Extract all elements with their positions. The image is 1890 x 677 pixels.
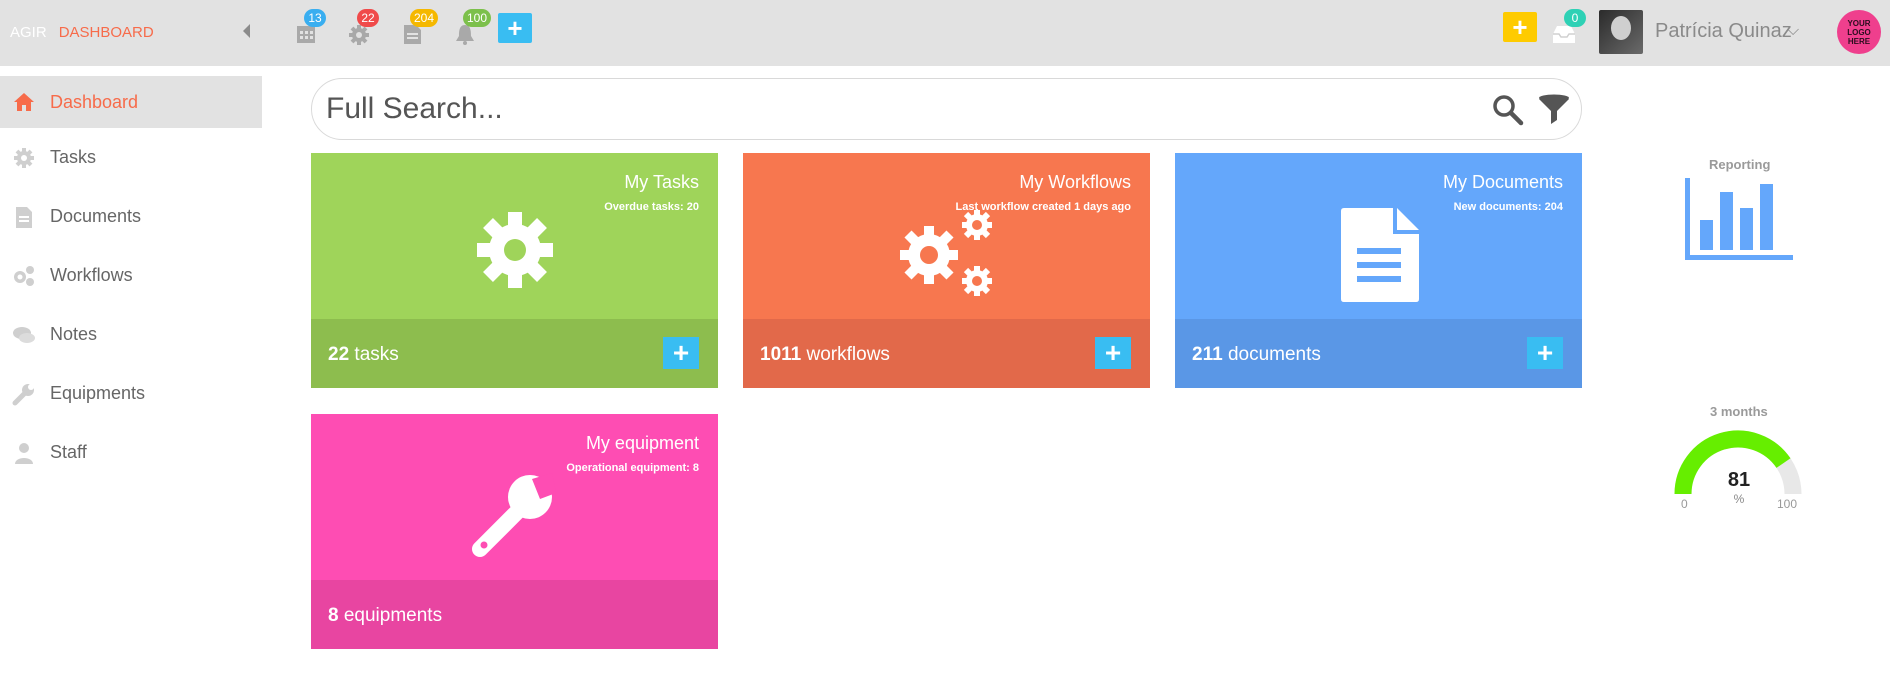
gear-icon	[476, 212, 553, 288]
sidebar-item-staff[interactable]: Staff	[0, 423, 262, 482]
comments-icon	[13, 326, 35, 343]
notifications-badge: 100	[463, 9, 492, 27]
sidebar-item-dashboard[interactable]: Dashboard	[0, 76, 262, 128]
sidebar: Dashboard Tasks Documents Workflows Note…	[0, 66, 262, 482]
card-header: My Tasks Overdue tasks: 20	[311, 153, 718, 319]
documents-badge: 204	[410, 9, 439, 27]
reporting-label[interactable]: Reporting	[1709, 157, 1770, 172]
card-title: My Documents	[1442, 172, 1563, 192]
gauge-value: 81	[1727, 469, 1751, 491]
count-unit: workflows	[806, 344, 890, 365]
add-workflow-button[interactable]: +	[1095, 337, 1131, 369]
equipment-card[interactable]: My equipment Operational equipment: 8 8 …	[311, 414, 718, 649]
collapse-sidebar-icon[interactable]	[243, 24, 250, 38]
workflows-card[interactable]: My Workflows Last workflow created 1 day…	[743, 153, 1150, 388]
plus-icon: +	[1536, 337, 1554, 368]
card-footer: 1011 workflows +	[743, 319, 1150, 388]
card-title: My equipment	[585, 433, 699, 453]
gauge-unit: %	[1733, 492, 1745, 506]
inbox-badge: 0	[1564, 9, 1586, 27]
sidebar-item-label: Notes	[50, 324, 98, 344]
search-icon[interactable]	[1492, 94, 1524, 126]
gears-icon	[899, 210, 992, 296]
create-button[interactable]: +	[1503, 12, 1537, 42]
wrench-icon	[471, 473, 556, 557]
filter-icon[interactable]	[1537, 93, 1571, 127]
tasks-card[interactable]: My Tasks Overdue tasks: 20 22 tasks +	[311, 153, 718, 388]
document-icon	[16, 206, 32, 228]
card-footer: 211 documents +	[1175, 319, 1582, 388]
card-count: 211 documents	[1192, 344, 1321, 366]
notifications-button[interactable]: 100	[453, 9, 492, 46]
calendar-button[interactable]: 13	[294, 9, 326, 46]
card-header: My Documents New documents: 204	[1175, 153, 1582, 319]
document-icon	[1340, 208, 1419, 302]
card-header: My Workflows Last workflow created 1 day…	[743, 153, 1150, 319]
breadcrumb[interactable]: DASHBOARD	[59, 24, 154, 41]
sidebar-item-label: Tasks	[50, 147, 97, 167]
quick-add-button[interactable]: +	[498, 13, 532, 43]
count-value: 211	[1192, 344, 1223, 365]
brand: AGIR DASHBOARD	[10, 24, 154, 41]
sidebar-item-label: Equipments	[50, 383, 146, 403]
avatar[interactable]	[1599, 10, 1643, 54]
add-task-button[interactable]: +	[663, 337, 699, 369]
card-count: 22 tasks	[328, 344, 399, 366]
gears-icon	[14, 265, 34, 286]
calendar-badge: 13	[304, 9, 326, 27]
home-icon	[14, 93, 34, 111]
documents-notification-button[interactable]: 204	[400, 9, 439, 46]
count-unit: tasks	[354, 344, 399, 365]
gauge-label: 3 months	[1710, 404, 1768, 419]
wrench-icon	[12, 383, 34, 405]
count-unit: documents	[1227, 344, 1321, 365]
tasks-notification-button[interactable]: 22	[347, 9, 379, 46]
sidebar-item-workflows[interactable]: Workflows	[0, 246, 262, 305]
add-document-button[interactable]: +	[1527, 337, 1563, 369]
card-title: My Workflows	[1019, 172, 1131, 192]
tasks-badge: 22	[357, 9, 379, 27]
sidebar-item-documents[interactable]: Documents	[0, 187, 262, 246]
reporting-chart-icon[interactable]	[1685, 178, 1795, 262]
sidebar-item-label: Documents	[50, 206, 142, 226]
card-header: My equipment Operational equipment: 8	[311, 414, 718, 580]
brand-name[interactable]: AGIR	[10, 24, 47, 41]
chevron-down-icon[interactable]: ⌵	[1787, 22, 1799, 40]
sidebar-item-label: Dashboard	[50, 91, 139, 112]
gear-icon	[14, 147, 34, 168]
user-icon	[15, 442, 33, 464]
card-footer: 8 equipments	[311, 580, 718, 649]
card-footer: 22 tasks +	[311, 319, 718, 388]
search-input[interactable]	[326, 89, 1476, 129]
company-logo: YOUR LOGO HERE	[1837, 10, 1881, 54]
plus-icon: +	[507, 13, 523, 43]
count-value: 8	[328, 605, 339, 626]
top-bar: AGIR DASHBOARD 13 22 204 100 + + 0 Patrí…	[0, 0, 1890, 66]
search-box	[311, 78, 1582, 140]
count-unit: equipments	[343, 605, 443, 626]
gauge-min: 0	[1681, 497, 1688, 511]
sidebar-item-equipments[interactable]: Equipments	[0, 364, 262, 423]
count-value: 1011	[760, 344, 802, 365]
plus-icon: +	[672, 337, 690, 368]
card-count: 8 equipments	[328, 605, 442, 627]
card-title: My Tasks	[624, 172, 699, 192]
documents-card[interactable]: My Documents New documents: 204 211 docu…	[1175, 153, 1582, 388]
card-count: 1011 workflows	[760, 344, 890, 366]
inbox-button[interactable]: 0	[1550, 9, 1586, 46]
sidebar-item-tasks[interactable]: Tasks	[0, 128, 262, 187]
gauge-max: 100	[1777, 497, 1798, 511]
plus-icon: +	[1104, 337, 1122, 368]
sidebar-item-notes[interactable]: Notes	[0, 305, 262, 364]
sidebar-item-label: Staff	[50, 442, 87, 462]
plus-icon: +	[1512, 12, 1528, 42]
sidebar-item-label: Workflows	[50, 265, 133, 285]
user-name[interactable]: Patrícia Quinaz	[1655, 20, 1792, 43]
count-value: 22	[328, 344, 350, 365]
